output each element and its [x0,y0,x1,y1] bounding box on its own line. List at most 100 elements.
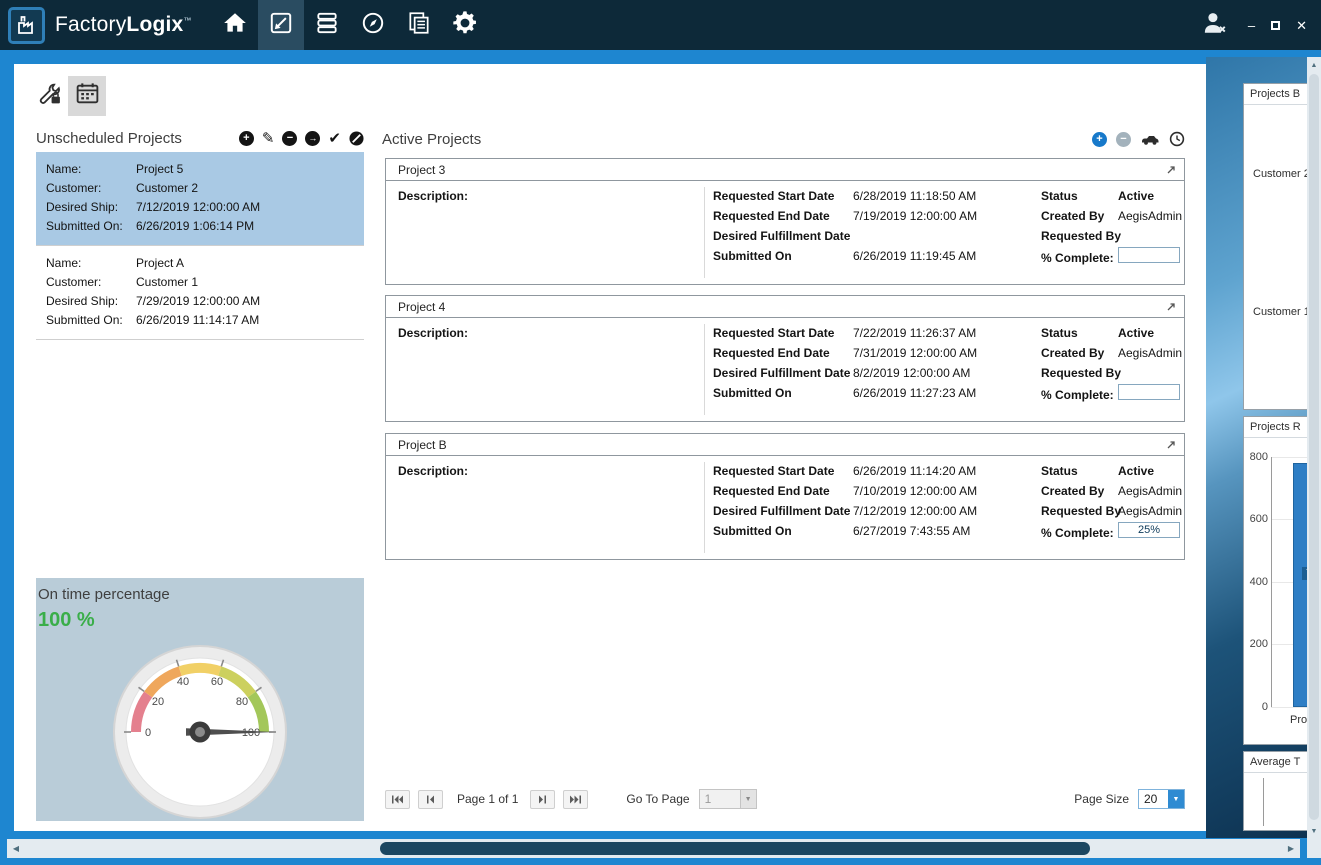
customer-value: Customer 1 [136,273,198,292]
chevron-down-icon[interactable]: ▼ [740,790,756,808]
user-logout-button[interactable] [1200,11,1228,40]
name-value: Project 5 [136,160,183,179]
column-divider [704,462,705,553]
gauge-tick-20: 20 [152,696,164,708]
close-button[interactable]: ✕ [1296,19,1307,32]
documents-icon [406,10,432,41]
status-label: Status [1041,189,1078,203]
submitted-label: Submitted On [713,524,792,538]
y-axis-tick: 0 [1244,701,1268,713]
on-time-panel: On time percentage 100 % 0 20 40 60 [36,578,364,821]
submitted-value: 6/26/2019 11:19:45 AM [853,249,976,263]
cancel-slash-icon[interactable] [349,131,364,146]
promote-arrow-icon[interactable]: → [305,131,320,146]
unscheduled-projects-header: Unscheduled Projects + ✎ − → ✔ [36,127,364,149]
requested-by-label: Requested By [1041,229,1121,243]
y-axis-line [1271,457,1272,707]
scroll-right-icon[interactable]: ▶ [1282,839,1300,858]
created-by-label: Created By [1041,209,1104,223]
chevron-down-icon[interactable]: ▼ [1168,790,1184,808]
column-divider [704,187,705,278]
last-page-button[interactable] [563,790,588,809]
list-item-project-a[interactable]: Name:Project A Customer:Customer 1 Desir… [36,246,364,340]
tab-configuration[interactable] [30,76,68,116]
nav-stack-button[interactable] [304,0,350,50]
created-by-label: Created By [1041,484,1104,498]
vertical-scroll-thumb[interactable] [1309,74,1319,820]
req-end-label: Requested End Date [713,484,830,498]
submitted-value: 6/26/2019 1:06:14 PM [136,217,254,236]
legend-item: Customer 2 [1253,168,1310,180]
project-card-project-b: Project B Description: Requested Start D… [385,433,1185,560]
vehicle-icon[interactable] [1140,133,1160,146]
maximize-button[interactable] [1271,21,1280,30]
add-icon[interactable]: + [239,131,254,146]
submitted-label: Submitted On [713,386,792,400]
horizontal-scrollbar[interactable]: ◀ ▶ [7,839,1300,858]
fulfillment-label: Desired Fulfillment Date [713,366,850,380]
list-item-project-5[interactable]: Name:Project 5 Customer:Customer 2 Desir… [36,152,364,246]
progress-bar: 25% [1118,522,1180,538]
horizontal-scroll-thumb[interactable] [380,842,1090,855]
expand-icon[interactable] [1166,440,1176,450]
page-size-select[interactable]: 20 ▼ [1138,789,1185,809]
previous-page-button[interactable] [418,790,443,809]
customer-value: Customer 2 [136,179,198,198]
trademark: ™ [183,16,191,25]
scroll-left-icon[interactable]: ◀ [7,839,25,858]
nav-documents-button[interactable] [396,0,442,50]
expand-icon[interactable] [1166,302,1176,312]
scroll-up-icon[interactable]: ▲ [1307,57,1321,73]
unscheduled-toolbar: + ✎ − → ✔ [239,131,364,146]
nav-scheduling-button[interactable] [258,0,304,50]
requested-by-label: Requested By [1041,366,1121,380]
stack-icon [314,10,340,41]
add-icon[interactable]: + [1092,132,1107,147]
remove-icon[interactable]: − [282,131,297,146]
x-axis-label: Pro [1290,714,1307,726]
status-value: Active [1118,189,1154,203]
active-toolbar: + − [1092,131,1185,147]
req-start-label: Requested Start Date [713,189,834,203]
status-value: Active [1118,326,1154,340]
legend-item: Customer 1 [1253,306,1310,318]
created-by-value: AegisAdmin [1118,209,1182,223]
req-start-value: 6/26/2019 11:14:20 AM [853,464,976,478]
brand-logix: Logix [126,13,183,36]
req-end-label: Requested End Date [713,346,830,360]
ship-value: 7/29/2019 12:00:00 AM [136,292,260,311]
home-icon [222,10,248,41]
created-by-value: AegisAdmin [1118,346,1182,360]
status-value: Active [1118,464,1154,478]
nav-home-button[interactable] [212,0,258,50]
user-logout-icon [1200,22,1228,39]
gauge-tick-80: 80 [236,696,248,708]
complete-label: % Complete: [1041,388,1114,402]
description-label: Description: [398,189,468,203]
req-start-label: Requested Start Date [713,464,834,478]
history-clock-icon[interactable] [1169,131,1185,147]
edit-pencil-icon[interactable]: ✎ [262,131,275,146]
wrench-lock-icon [36,80,63,112]
nav-settings-button[interactable] [442,0,488,50]
first-page-button[interactable] [385,790,410,809]
description-label: Description: [398,326,468,340]
expand-icon[interactable] [1166,165,1176,175]
tab-scheduling-calendar[interactable] [68,76,106,116]
factorylogix-window: FactoryLogix™ [0,0,1321,865]
accept-check-icon[interactable]: ✔ [328,131,341,146]
unscheduled-projects-title: Unscheduled Projects [36,130,182,147]
remove-icon[interactable]: − [1116,132,1131,147]
customer-label: Customer: [46,179,136,198]
scroll-down-icon[interactable]: ▼ [1307,823,1321,839]
compose-icon [268,10,294,41]
minimize-button[interactable]: – [1248,19,1255,32]
nav-compass-button[interactable] [350,0,396,50]
status-label: Status [1041,464,1078,478]
mode-tabs [30,76,106,116]
progress-bar: 50% [1118,247,1180,263]
req-start-value: 7/22/2019 11:26:37 AM [853,326,976,340]
vertical-scrollbar[interactable]: ▲ ▼ [1307,57,1321,839]
go-to-page-input[interactable]: 1 ▼ [699,789,757,809]
next-page-button[interactable] [530,790,555,809]
